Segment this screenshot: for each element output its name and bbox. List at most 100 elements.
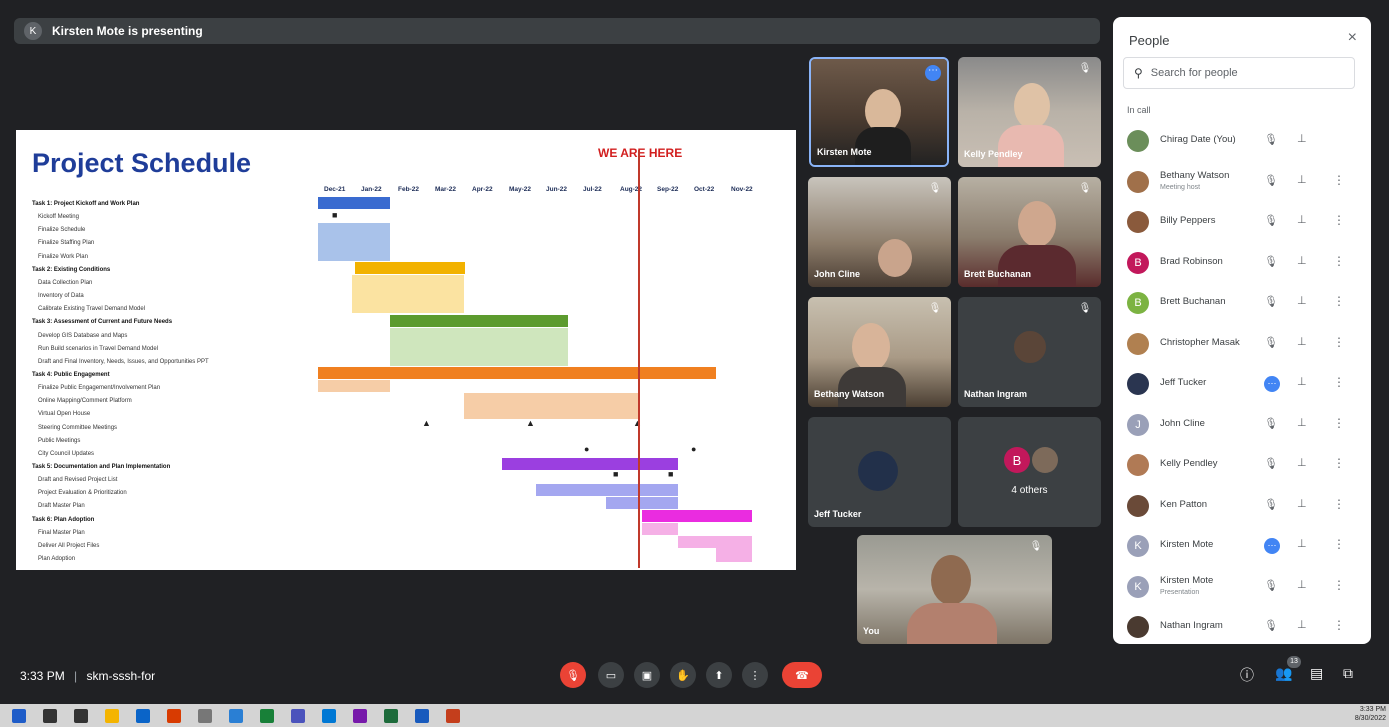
taskbar-app-icon[interactable] [446,709,460,723]
camera-toggle-button[interactable]: ▭ [598,662,624,688]
speaking-icon[interactable]: ⋯ [1264,376,1280,392]
muted-mic-icon[interactable]: 🎙 [1264,336,1278,349]
more-vert-icon[interactable]: ⋮ [1333,497,1345,511]
pin-icon[interactable]: ⊥ [1297,213,1307,226]
participant-row[interactable]: Jeff Tucker ⋯ ⊥ ⋮ [1113,364,1371,404]
captions-button[interactable]: ▣ [634,662,660,688]
leave-call-button[interactable]: ☎ [782,662,822,688]
taskbar-app-icon[interactable] [322,709,336,723]
raise-hand-button[interactable]: ✋ [670,662,696,688]
speaking-icon[interactable]: ⋯ [1264,538,1280,554]
more-vert-icon[interactable]: ⋮ [1333,173,1345,187]
meeting-details-icon[interactable]: ⓘ [1240,665,1254,685]
activities-icon[interactable]: ⧉ [1343,665,1353,682]
mic-toggle-button[interactable]: 🎙 [560,662,586,688]
tile-kirsten[interactable]: ⋯ Kirsten Mote [809,57,949,167]
more-vert-icon[interactable]: ⋮ [1333,578,1345,592]
pin-icon[interactable]: ⊥ [1297,294,1307,307]
muted-mic-icon[interactable]: 🎙 [1264,255,1278,268]
muted-mic-icon: 🎙 [1078,63,1092,74]
more-vert-icon[interactable]: ⋮ [1333,618,1345,632]
participant-row[interactable]: B Brett Buchanan 🎙 ⊥ ⋮ [1113,283,1371,323]
more-vert-icon[interactable]: ⋮ [1333,416,1345,430]
participant-row[interactable]: Christopher Masak 🎙 ⊥ ⋮ [1113,324,1371,364]
more-options-icon[interactable]: ⋯ [925,65,941,81]
taskbar-app-icon[interactable] [43,709,57,723]
participant-row[interactable]: Billy Peppers 🎙 ⊥ ⋮ [1113,202,1371,242]
muted-mic-icon[interactable]: 🎙 [1264,619,1278,632]
more-vert-icon[interactable]: ⋮ [1333,537,1345,551]
muted-mic-icon[interactable]: 🎙 [1264,579,1278,592]
pin-icon[interactable]: ⊥ [1297,618,1307,631]
captions-icon: ▣ [641,669,653,682]
tile-john[interactable]: 🎙 John Cline [808,177,951,287]
more-vert-icon[interactable]: ⋮ [1333,254,1345,268]
pin-icon[interactable]: ⊥ [1297,254,1307,267]
muted-mic-icon[interactable]: 🎙 [1264,457,1278,470]
subtask-label: Final Master Plan [38,529,85,536]
tile-bethany[interactable]: 🎙 Bethany Watson [808,297,951,407]
taskbar-app-icon[interactable] [167,709,181,723]
taskbar-app-icon[interactable] [198,709,212,723]
pin-icon[interactable]: ⊥ [1297,375,1307,388]
taskbar-app-icon[interactable] [291,709,305,723]
close-icon[interactable]: × [1348,29,1357,47]
taskbar-app-icon[interactable] [12,709,26,723]
participant-row[interactable]: K Kirsten Mote ⋯ ⊥ ⋮ [1113,526,1371,566]
muted-mic-icon[interactable]: 🎙 [1264,498,1278,511]
tile-brett[interactable]: 🎙 Brett Buchanan [958,177,1101,287]
tile-you[interactable]: 🎙 You [857,535,1052,644]
in-call-heading: In call [1127,105,1151,115]
present-button[interactable]: ⬆ [706,662,732,688]
tile-nathan[interactable]: 🎙 Nathan Ingram [958,297,1101,407]
muted-mic-icon: 🎙 [1078,303,1092,314]
muted-mic-icon[interactable]: 🎙 [1264,174,1278,187]
tile-kelly[interactable]: 🎙 Kelly Pendley [958,57,1101,167]
muted-mic-icon[interactable]: 🎙 [1264,214,1278,227]
pin-icon[interactable]: ⊥ [1297,578,1307,591]
pin-icon[interactable]: ⊥ [1297,173,1307,186]
muted-mic-icon: 🎙 [1078,183,1092,194]
participant-row[interactable]: Chirag Date (You) 🎙 ⊥ [1113,121,1371,161]
gantt-bar [318,380,390,392]
taskbar-app-icon[interactable] [105,709,119,723]
more-vert-icon[interactable]: ⋮ [1333,294,1345,308]
subtask-label: City Council Updates [38,450,95,457]
pin-icon[interactable]: ⊥ [1297,497,1307,510]
month-label: Mar-22 [435,186,456,193]
participant-row[interactable]: J John Cline 🎙 ⊥ ⋮ [1113,405,1371,445]
muted-mic-icon[interactable]: 🎙 [1264,295,1278,308]
pin-icon[interactable]: ⊥ [1297,132,1307,145]
tile-others[interactable]: B 4 others [958,417,1101,527]
chat-icon[interactable]: ▤ [1310,665,1323,682]
taskbar-app-icon[interactable] [384,709,398,723]
more-vert-icon[interactable]: ⋮ [1333,213,1345,227]
pin-icon[interactable]: ⊥ [1297,456,1307,469]
month-label: Jun-22 [546,186,567,193]
more-vert-icon[interactable]: ⋮ [1333,456,1345,470]
participant-row[interactable]: Bethany Watson Meeting host 🎙 ⊥ ⋮ [1113,162,1371,202]
taskbar-app-icon[interactable] [229,709,243,723]
current-date-line [638,150,640,568]
taskbar-app-icon[interactable] [353,709,367,723]
taskbar-app-icon[interactable] [415,709,429,723]
muted-mic-icon[interactable]: 🎙 [1264,133,1278,146]
participant-row[interactable]: K Kirsten Mote Presentation 🎙 ⊥ ⋮ [1113,567,1371,607]
taskbar-app-icon[interactable] [136,709,150,723]
tile-jeff[interactable]: Jeff Tucker [808,417,951,527]
participant-row[interactable]: Ken Patton 🎙 ⊥ ⋮ [1113,486,1371,526]
muted-mic-icon[interactable]: 🎙 [1264,417,1278,430]
taskbar-app-icon[interactable] [74,709,88,723]
participant-row[interactable]: Nathan Ingram 🎙 ⊥ ⋮ [1113,607,1371,647]
more-vert-icon[interactable]: ⋮ [1333,335,1345,349]
taskbar-app-icon[interactable] [260,709,274,723]
pin-icon[interactable]: ⊥ [1297,335,1307,348]
month-label: Feb-22 [398,186,419,193]
pin-icon[interactable]: ⊥ [1297,537,1307,550]
participant-row[interactable]: Kelly Pendley 🎙 ⊥ ⋮ [1113,445,1371,485]
people-search-input[interactable]: ⚲ Search for people [1123,57,1355,89]
more-vert-icon[interactable]: ⋮ [1333,375,1345,389]
participant-row[interactable]: B Brad Robinson 🎙 ⊥ ⋮ [1113,243,1371,283]
pin-icon[interactable]: ⊥ [1297,416,1307,429]
more-options-button[interactable]: ⋮ [742,662,768,688]
